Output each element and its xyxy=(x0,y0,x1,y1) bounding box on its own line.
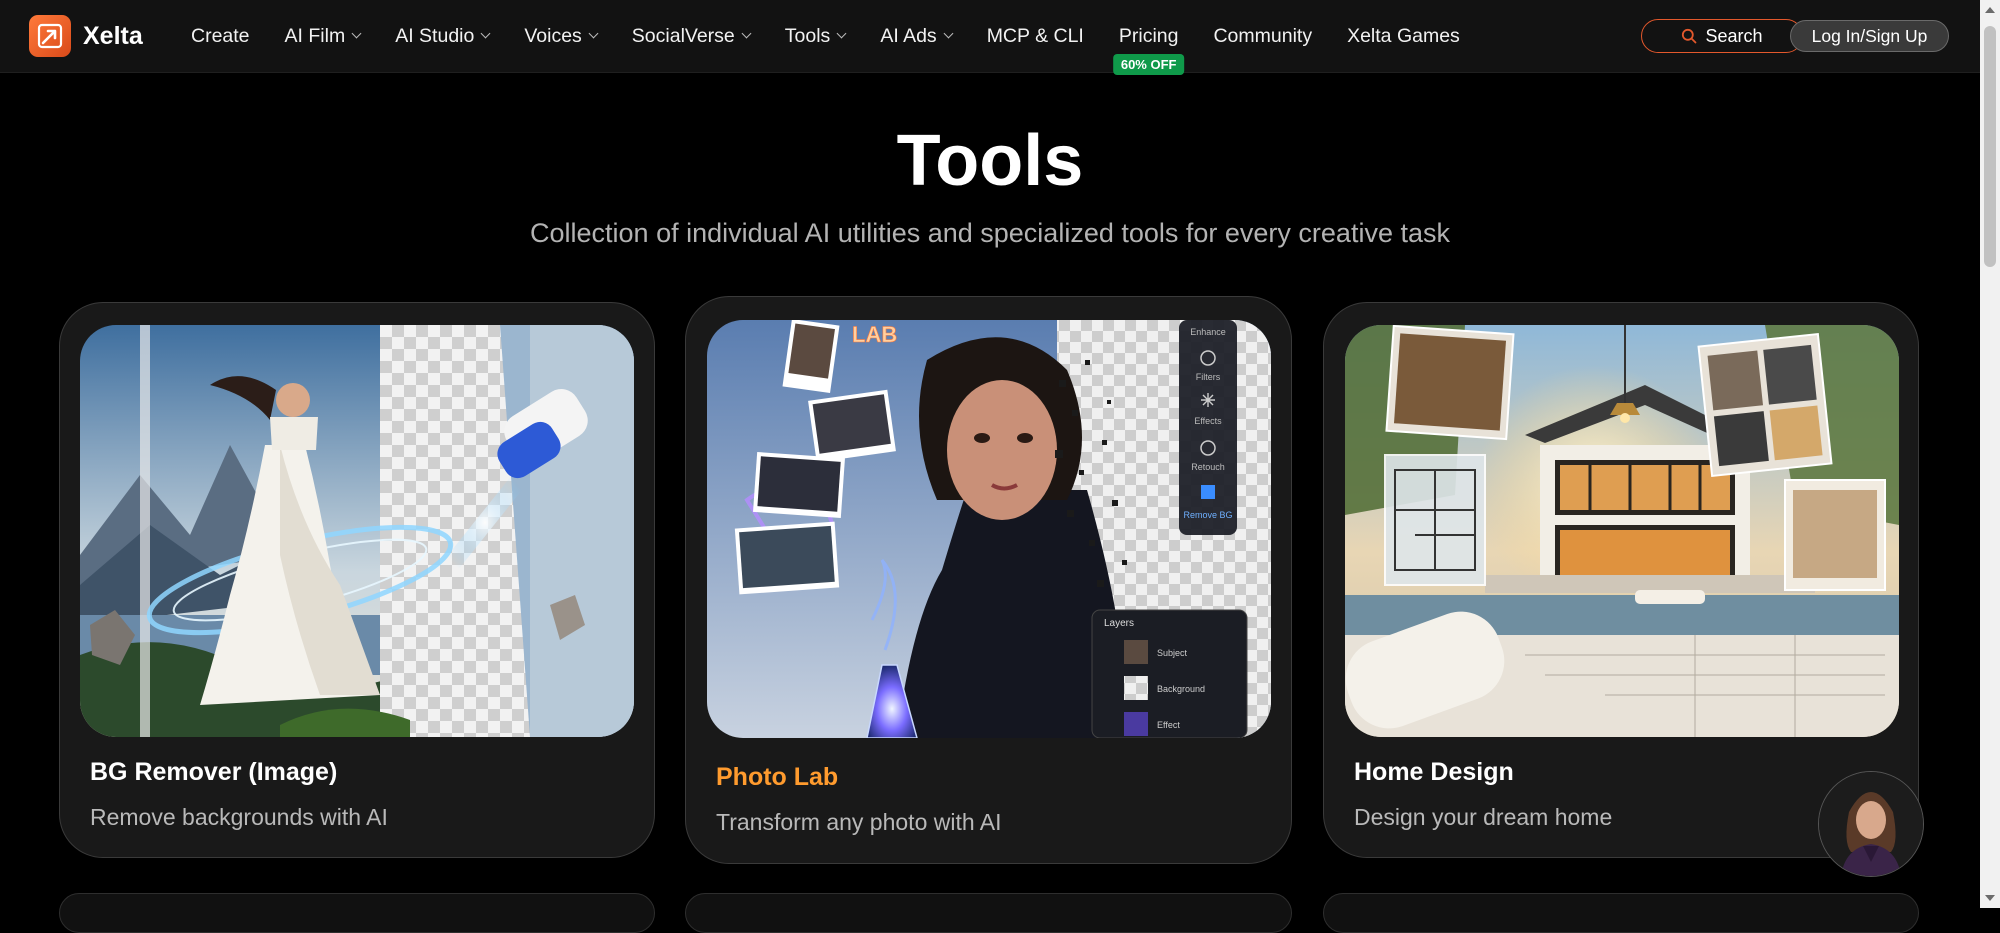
tool-card-next-row[interactable] xyxy=(59,893,655,933)
nav-item-label: Create xyxy=(191,24,250,47)
scroll-up-arrow-icon[interactable] xyxy=(1985,7,1995,13)
layer-name: Subject xyxy=(1157,648,1188,658)
login-signup-button[interactable]: Log In/Sign Up xyxy=(1790,20,1949,52)
nav-item-label: Xelta Games xyxy=(1347,24,1460,47)
scroll-down-arrow-icon[interactable] xyxy=(1985,895,1995,901)
chevron-down-icon xyxy=(836,28,847,39)
page-subtitle: Collection of individual AI utilities an… xyxy=(530,218,1450,248)
nav-item-label: Tools xyxy=(784,24,831,47)
nav-item-pricing[interactable]: Pricing 60% OFF xyxy=(1112,24,1185,75)
assistant-avatar[interactable] xyxy=(1818,771,1924,877)
bg-remover-image xyxy=(80,325,634,737)
chevron-down-icon xyxy=(480,28,491,39)
home-design-image xyxy=(1345,325,1899,737)
panel-tool-label: Effects xyxy=(1194,416,1222,426)
nav-item-label: Voices xyxy=(524,24,582,47)
nav-item-ai-studio[interactable]: AI Studio xyxy=(395,24,491,48)
search-label: Search xyxy=(1705,25,1763,46)
tool-card-photo-lab[interactable]: LAB Enhance Filters Effects Retouch Remo… xyxy=(685,296,1292,864)
card-description: Transform any photo with AI xyxy=(716,809,1002,835)
nav-item-label: AI Studio xyxy=(395,24,475,47)
panel-tool-label: Retouch xyxy=(1191,462,1225,472)
search-button[interactable]: Search xyxy=(1641,19,1803,53)
nav-item-ai-film[interactable]: AI Film xyxy=(284,24,362,48)
search-icon xyxy=(1682,28,1697,44)
scroll-thumb[interactable] xyxy=(1984,26,1996,267)
card-title: Photo Lab xyxy=(716,763,839,791)
chevron-down-icon xyxy=(741,28,752,39)
layer-name: Background xyxy=(1157,684,1205,694)
nav-item-label: AI Ads xyxy=(880,24,937,47)
top-navigation: Xelta Create AI Film AI Studio Voices So… xyxy=(0,0,1980,75)
nav-item-tools[interactable]: Tools xyxy=(784,24,847,48)
panel-tool-label: Enhance xyxy=(1190,327,1226,337)
card-title: BG Remover (Image) xyxy=(90,758,338,786)
discount-badge: 60% OFF xyxy=(1112,53,1185,75)
tool-card-bg-remover[interactable]: BG Remover (Image) Remove backgrounds wi… xyxy=(59,302,655,858)
nav-item-label: MCP & CLI xyxy=(986,24,1084,47)
nav-item-socialverse[interactable]: SocialVerse xyxy=(631,24,752,48)
vertical-scrollbar[interactable] xyxy=(1980,0,2000,908)
tool-card-home-design[interactable]: Home Design Design your dream home xyxy=(1323,302,1919,858)
tool-card-next-row[interactable] xyxy=(1323,893,1919,933)
page-title: Tools xyxy=(896,121,1084,201)
nav-item-mcp-cli[interactable]: MCP & CLI xyxy=(987,25,1084,48)
card-title: Home Design xyxy=(1354,758,1514,786)
nav-item-label: SocialVerse xyxy=(631,24,735,47)
panel-tool-label: Filters xyxy=(1196,372,1221,382)
card-description: Remove backgrounds with AI xyxy=(90,804,388,830)
nav-item-label: AI Film xyxy=(284,24,346,47)
chevron-down-icon xyxy=(588,28,599,39)
nav-item-xelta-games[interactable]: Xelta Games xyxy=(1347,25,1460,48)
nav-item-label: Pricing xyxy=(1118,24,1179,47)
nav-links: Create AI Film AI Studio Voices SocialVe… xyxy=(191,0,1460,75)
nav-item-community[interactable]: Community xyxy=(1213,25,1312,48)
chevron-down-icon xyxy=(351,28,362,39)
brand-name: Xelta xyxy=(83,21,143,50)
photo-lab-image: LAB Enhance Filters Effects Retouch Remo… xyxy=(707,320,1271,738)
lab-sign: LAB xyxy=(852,322,897,347)
chevron-down-icon xyxy=(943,28,954,39)
card-description: Design your dream home xyxy=(1354,804,1613,830)
nav-item-voices[interactable]: Voices xyxy=(524,24,599,48)
logo-link[interactable]: Xelta xyxy=(29,15,143,57)
nav-item-label: Community xyxy=(1213,24,1313,47)
nav-item-ai-ads[interactable]: AI Ads xyxy=(880,24,954,48)
layers-title: Layers xyxy=(1104,618,1134,629)
panel-tool-label: Remove BG xyxy=(1183,510,1232,520)
layer-name: Effect xyxy=(1157,720,1180,730)
tool-card-next-row[interactable] xyxy=(685,893,1292,933)
nav-item-create[interactable]: Create xyxy=(191,25,250,48)
logo-icon xyxy=(29,15,71,57)
